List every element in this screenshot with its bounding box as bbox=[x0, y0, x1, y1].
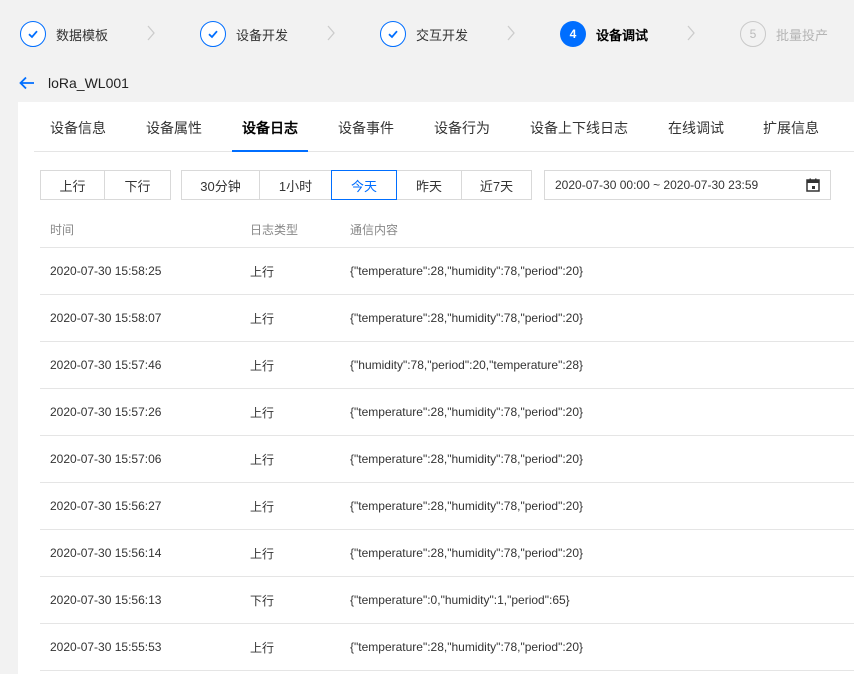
log-type: 上行 bbox=[250, 452, 275, 467]
log-content: {"humidity":78,"period":20,"temperature"… bbox=[350, 358, 584, 372]
time-today-button[interactable]: 今天 bbox=[331, 170, 397, 200]
step-label: 批量投产 bbox=[776, 27, 829, 43]
table-row: 2020-07-30 15:56:14 上行 {"temperature":28… bbox=[40, 530, 854, 577]
tab-device-logs[interactable]: 设备日志 bbox=[232, 116, 308, 152]
log-type: 上行 bbox=[250, 546, 275, 561]
page-header: loRa_WL001 bbox=[0, 66, 854, 100]
tab-bar: 设备信息 设备属性 设备日志 设备事件 设备行为 设备上下线日志 在线调试 扩展… bbox=[34, 116, 854, 152]
calendar-icon bbox=[806, 178, 820, 192]
tab-device-actions[interactable]: 设备行为 bbox=[434, 116, 490, 152]
table-row: 2020-07-30 15:58:25 上行 {"temperature":28… bbox=[40, 248, 854, 295]
time-30min-button[interactable]: 30分钟 bbox=[181, 170, 260, 200]
log-content: {"temperature":0,"humidity":1,"period":6… bbox=[350, 593, 570, 607]
progress-steps: 数据模板 设备开发 交互开发 4 设备调试 5 批量投产 bbox=[0, 0, 854, 66]
table-row: 2020-07-30 15:56:13 下行 {"temperature":0,… bbox=[40, 577, 854, 624]
table-row: 2020-07-30 15:56:27 上行 {"temperature":28… bbox=[40, 483, 854, 530]
time-yesterday-button[interactable]: 昨天 bbox=[396, 170, 462, 200]
step-label: 设备调试 bbox=[596, 27, 649, 43]
uplink-button[interactable]: 上行 bbox=[40, 170, 105, 200]
log-content: {"temperature":28,"humidity":78,"period"… bbox=[350, 499, 584, 513]
chevron-right-icon bbox=[327, 25, 335, 41]
log-time: 2020-07-30 15:57:06 bbox=[50, 452, 162, 466]
column-header-type: 日志类型 bbox=[250, 223, 299, 237]
log-content: {"temperature":28,"humidity":78,"period"… bbox=[350, 546, 584, 560]
column-header-time: 时间 bbox=[50, 223, 75, 237]
tab-device-properties[interactable]: 设备属性 bbox=[146, 116, 202, 152]
log-content: {"temperature":28,"humidity":78,"period"… bbox=[350, 264, 584, 278]
chevron-right-icon bbox=[687, 25, 695, 41]
time-1hour-button[interactable]: 1小时 bbox=[259, 170, 332, 200]
chevron-right-icon bbox=[507, 25, 515, 41]
table-row: 2020-07-30 15:57:26 上行 {"temperature":28… bbox=[40, 389, 854, 436]
table-row: 2020-07-30 15:58:07 上行 {"temperature":28… bbox=[40, 295, 854, 342]
log-type: 上行 bbox=[250, 640, 275, 655]
step-number: 5 bbox=[740, 21, 766, 47]
log-content: {"temperature":28,"humidity":78,"period"… bbox=[350, 405, 584, 419]
log-content: {"temperature":28,"humidity":78,"period"… bbox=[350, 640, 584, 654]
step-mass-production[interactable]: 5 批量投产 bbox=[740, 20, 828, 48]
log-time: 2020-07-30 15:55:53 bbox=[50, 640, 162, 654]
table-row: 2020-07-30 15:57:06 上行 {"temperature":28… bbox=[40, 436, 854, 483]
log-time: 2020-07-30 15:56:14 bbox=[50, 546, 162, 560]
direction-filter: 上行 下行 bbox=[40, 170, 171, 200]
table-row: 2020-07-30 15:57:46 上行 {"humidity":78,"p… bbox=[40, 342, 854, 389]
log-time: 2020-07-30 15:57:26 bbox=[50, 405, 162, 419]
date-range-picker[interactable]: 2020-07-30 00:00 ~ 2020-07-30 23:59 bbox=[544, 170, 831, 200]
log-time: 2020-07-30 15:56:27 bbox=[50, 499, 162, 513]
back-arrow-icon[interactable] bbox=[18, 74, 36, 92]
log-type: 上行 bbox=[250, 499, 275, 514]
step-label: 交互开发 bbox=[416, 27, 469, 43]
check-icon bbox=[380, 21, 406, 47]
step-data-template[interactable]: 数据模板 bbox=[20, 20, 108, 48]
step-label: 数据模板 bbox=[56, 27, 109, 43]
step-label: 设备开发 bbox=[236, 27, 289, 43]
tab-online-offline-logs[interactable]: 设备上下线日志 bbox=[530, 116, 628, 152]
log-time: 2020-07-30 15:57:46 bbox=[50, 358, 162, 372]
check-icon bbox=[20, 21, 46, 47]
tab-extended-info[interactable]: 扩展信息 bbox=[763, 116, 819, 152]
table-header: 时间 日志类型 通信内容 bbox=[40, 212, 854, 248]
log-table: 时间 日志类型 通信内容 2020-07-30 15:58:25 上行 {"te… bbox=[40, 212, 854, 671]
step-interaction-dev[interactable]: 交互开发 bbox=[380, 20, 468, 48]
step-device-dev[interactable]: 设备开发 bbox=[200, 20, 288, 48]
time-filter: 30分钟 1小时 今天 昨天 近7天 bbox=[181, 170, 532, 200]
time-7days-button[interactable]: 近7天 bbox=[461, 170, 532, 200]
check-icon bbox=[200, 21, 226, 47]
log-type: 上行 bbox=[250, 358, 275, 373]
downlink-button[interactable]: 下行 bbox=[104, 170, 171, 200]
date-range-value: 2020-07-30 00:00 ~ 2020-07-30 23:59 bbox=[555, 178, 759, 192]
log-content: {"temperature":28,"humidity":78,"period"… bbox=[350, 311, 584, 325]
log-type: 下行 bbox=[250, 593, 275, 608]
step-device-debug[interactable]: 4 设备调试 bbox=[560, 20, 648, 48]
log-type: 上行 bbox=[250, 405, 275, 420]
tab-online-debug[interactable]: 在线调试 bbox=[668, 116, 724, 152]
page-title: loRa_WL001 bbox=[48, 75, 129, 91]
log-time: 2020-07-30 15:58:07 bbox=[50, 311, 162, 325]
chevron-right-icon bbox=[147, 25, 155, 41]
tab-device-info[interactable]: 设备信息 bbox=[50, 116, 106, 152]
table-row: 2020-07-30 15:55:53 上行 {"temperature":28… bbox=[40, 624, 854, 671]
column-header-content: 通信内容 bbox=[350, 223, 399, 237]
main-panel: 设备信息 设备属性 设备日志 设备事件 设备行为 设备上下线日志 在线调试 扩展… bbox=[18, 102, 854, 674]
log-type: 上行 bbox=[250, 264, 275, 279]
step-number: 4 bbox=[560, 21, 586, 47]
tab-device-events[interactable]: 设备事件 bbox=[338, 116, 394, 152]
log-time: 2020-07-30 15:58:25 bbox=[50, 264, 162, 278]
log-content: {"temperature":28,"humidity":78,"period"… bbox=[350, 452, 584, 466]
log-type: 上行 bbox=[250, 311, 275, 326]
log-time: 2020-07-30 15:56:13 bbox=[50, 593, 162, 607]
